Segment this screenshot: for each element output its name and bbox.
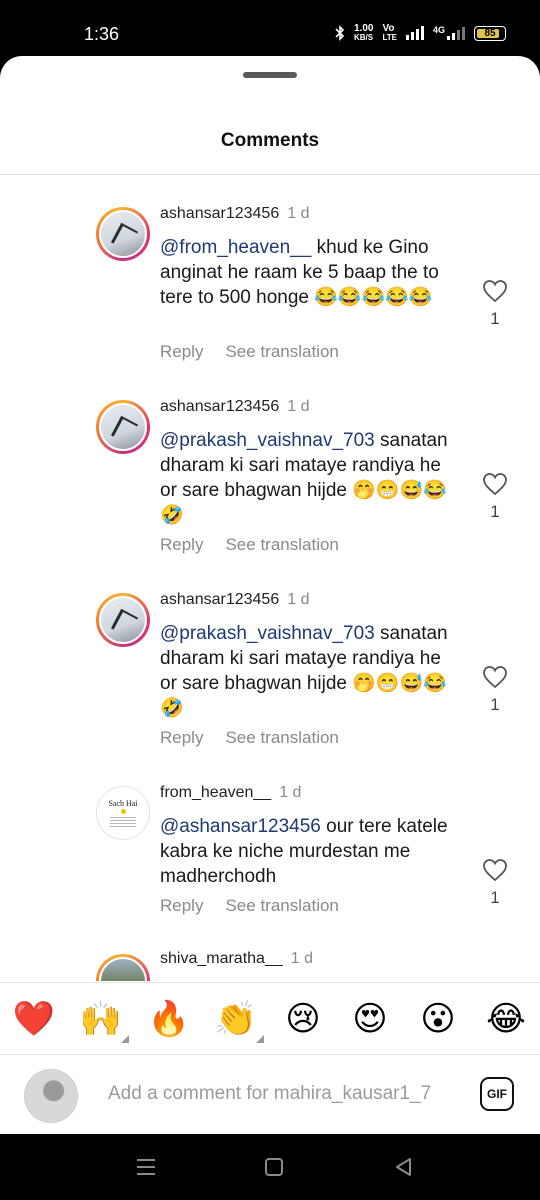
emoji-bar: ❤️ 🙌 🔥 👏 😢 😍 😮 😂 [0,982,540,1054]
avatar[interactable] [96,400,150,454]
comment-header: from_heaven__ 1 d [160,784,301,802]
emoji-heart[interactable]: ❤️ [12,997,56,1041]
like-control[interactable]: 1 [480,472,510,522]
like-count: 1 [490,309,500,328]
heart-icon[interactable] [482,858,508,882]
comment-actions: Reply See translation [160,342,339,362]
heart-icon[interactable] [482,472,508,496]
avatar-caption: Sach Hai [108,799,138,808]
comment-time: 1 d [287,205,310,222]
net-speed-value: 1.00 [354,23,374,34]
signal-icon-2 [447,26,465,40]
see-translation-button[interactable]: See translation [225,728,338,747]
emoji-raised-hands-glyph: 🙌 [79,999,123,1039]
comment-time: 1 d [287,591,310,608]
like-count: 1 [490,502,500,521]
battery-level: 85 [484,27,496,39]
comment-time: 1 d [290,950,313,967]
username[interactable]: from_heaven__ [160,784,271,801]
gif-button[interactable]: GIF [480,1077,514,1111]
volte-top: Vo [382,23,395,34]
bluetooth-icon [335,25,345,41]
reply-button[interactable]: Reply [160,728,203,747]
volte-bottom: LTE [382,33,397,42]
avatar[interactable] [96,954,150,981]
emoji-heart-eyes[interactable]: 😍 [348,997,392,1041]
status-bar: 1:36 1.00 KB/S Vo LTE 4G 85 [0,0,540,58]
volte-indicator: Vo LTE [382,23,397,43]
reply-button[interactable]: Reply [160,342,203,361]
comment-time: 1 d [279,784,302,801]
emoji-clapping-glyph: 👏 [214,999,258,1039]
see-translation-button[interactable]: See translation [225,342,338,361]
username[interactable]: ashansar123456 [160,205,279,222]
home-icon[interactable] [262,1156,286,1178]
emoji-raised-hands[interactable]: 🙌 [79,997,129,1043]
status-icons: 1.00 KB/S Vo LTE 4G 85 [335,24,506,42]
comment-text: @prakash_vaishnav_703 sanatan dharam ki … [160,428,460,528]
reply-button[interactable]: Reply [160,896,203,915]
like-control[interactable]: 1 [480,665,510,715]
username[interactable]: ashansar123456 [160,591,279,608]
like-count: 1 [490,888,500,907]
like-count: 1 [490,695,500,714]
comment-composer: Add a comment for mahira_kausar1_7 GIF [0,1054,540,1134]
mention-link[interactable]: @from_heaven__ [160,237,311,258]
mention-link[interactable]: @prakash_vaishnav_703 [160,623,375,644]
net-speed-unit: KB/S [354,33,374,42]
avatar[interactable] [96,593,150,647]
system-nav-bar [0,1134,540,1200]
heart-icon[interactable] [482,665,508,689]
username[interactable]: ashansar123456 [160,398,279,415]
comment-actions: Reply See translation [160,535,339,555]
emoji-fire[interactable]: 🔥 [147,997,191,1041]
comment-text: @prakash_vaishnav_703 sanatan dharam ki … [160,621,460,721]
like-control[interactable]: 1 [480,858,510,908]
avatar[interactable] [96,207,150,261]
comment-actions: Reply See translation [160,728,339,748]
lte-indicator: 4G [433,26,465,40]
see-translation-button[interactable]: See translation [225,535,338,554]
my-avatar [24,1069,78,1123]
battery-icon: 85 [474,25,506,41]
comment-header: ashansar123456 1 d [160,398,309,416]
emoji-crying[interactable]: 😢 [281,997,325,1041]
page-title: Comments [220,130,320,151]
drag-handle[interactable] [243,72,297,78]
comment-text: @ashansar123456 our tere katele kabra ke… [160,814,460,889]
comment-header: shiva_maratha__ 1 d [160,950,313,968]
comment-time: 1 d [287,398,310,415]
like-control[interactable]: 1 [480,279,510,329]
emoji-laughing[interactable]: 😂 [484,997,528,1041]
comment-header: ashansar123456 1 d [160,591,309,609]
reply-button[interactable]: Reply [160,535,203,554]
status-time: 1:36 [84,24,120,44]
emoji-surprised[interactable]: 😮 [416,997,460,1041]
signal-icon [405,26,424,40]
comment-text: @from_heaven__ khud ke Gino anginat he r… [160,235,460,310]
mention-link[interactable]: @prakash_vaishnav_703 [160,430,375,451]
avatar[interactable]: Sach Hai [96,786,150,840]
comment-list[interactable]: ashansar123456 1 d @from_heaven__ khud ke… [0,175,540,981]
heart-icon[interactable] [482,279,508,303]
mention-link[interactable]: @ashansar123456 [160,816,321,837]
net-speed: 1.00 KB/S [354,23,374,43]
lte-label: 4G [432,25,445,35]
comments-sheet: Comments ashansar123456 1 d @from_heaven_… [0,56,540,1134]
back-icon[interactable] [392,1156,416,1178]
username[interactable]: shiva_maratha__ [160,950,283,967]
see-translation-button[interactable]: See translation [225,896,338,915]
menu-icon[interactable] [134,1156,158,1178]
comment-actions: Reply See translation [160,896,339,916]
comment-input[interactable]: Add a comment for mahira_kausar1_7 [108,1083,458,1105]
comment-header: ashansar123456 1 d [160,205,309,223]
emoji-clapping[interactable]: 👏 [214,997,264,1043]
